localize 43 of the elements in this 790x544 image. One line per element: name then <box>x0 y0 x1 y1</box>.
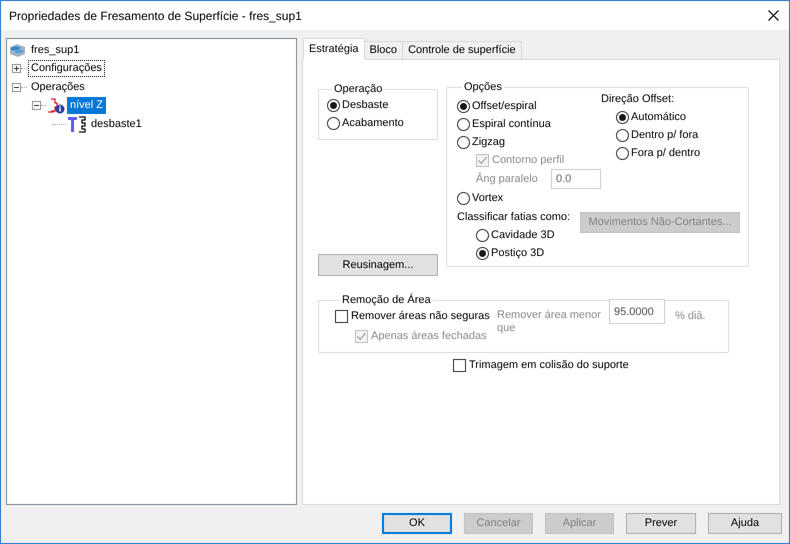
tree-item[interactable]: Configurações <box>28 60 105 78</box>
field-label: Remover área menor que <box>497 308 602 335</box>
checkmark-icon <box>477 154 488 166</box>
radio-button[interactable]: Desbaste <box>327 96 388 114</box>
radio-button[interactable]: Zigzag <box>457 133 506 151</box>
group-title: Remoção de Área <box>341 293 432 307</box>
tree-item[interactable]: fres_sup1 <box>28 42 82 59</box>
radio-button[interactable]: Cavidade 3D <box>476 226 555 244</box>
group-title: Operação <box>333 82 384 96</box>
radio-button[interactable]: Fora p/ dentro <box>616 144 700 162</box>
button[interactable]: OK <box>382 513 452 534</box>
radio-button[interactable]: Espiral contínua <box>457 115 551 133</box>
tree-item[interactable]: Operações <box>28 78 88 96</box>
checkbox[interactable]: Remover áreas não seguras <box>335 307 490 325</box>
tree-item[interactable]: desbaste1 <box>88 116 145 133</box>
checkbox[interactable]: Trimagem em colisão do suporte <box>453 356 629 374</box>
layers-info-icon <box>48 98 65 114</box>
close-icon[interactable] <box>768 10 779 21</box>
radio-button[interactable]: Postiço 3D <box>476 244 544 262</box>
tab[interactable]: Controle de superfície <box>403 41 522 60</box>
unit-label: % diâ. <box>675 309 706 324</box>
cube-icon <box>9 42 26 58</box>
group-title: Opções <box>463 80 503 94</box>
button[interactable]: Ajuda <box>708 513 782 534</box>
checkmark-icon <box>356 330 367 342</box>
button[interactable]: Reusinagem... <box>318 254 438 276</box>
field-label: Âng paralelo <box>476 171 539 187</box>
tree-item[interactable]: nível Z <box>67 97 106 114</box>
radio-button[interactable]: Vortex <box>457 189 504 207</box>
radio-button[interactable]: Automático <box>616 108 686 126</box>
window-title: Propriedades de Fresamento de Superfície - fres_sup1 <box>9 8 302 24</box>
button[interactable]: Prever <box>626 513 696 534</box>
tab[interactable]: Estratégia <box>303 38 365 60</box>
collapse-icon[interactable] <box>32 101 41 110</box>
collapse-icon[interactable] <box>12 82 21 92</box>
expand-icon[interactable] <box>12 64 21 74</box>
tool-icon <box>68 116 86 133</box>
section-label: Classificar fatias como: <box>457 210 570 225</box>
radio-button[interactable]: Offset/espiral <box>457 97 537 115</box>
radio-button[interactable]: Dentro p/ fora <box>616 126 698 144</box>
tab[interactable]: Bloco <box>364 41 404 60</box>
section-label: Direção Offset: <box>601 92 676 107</box>
radio-button[interactable]: Acabamento <box>327 114 404 132</box>
